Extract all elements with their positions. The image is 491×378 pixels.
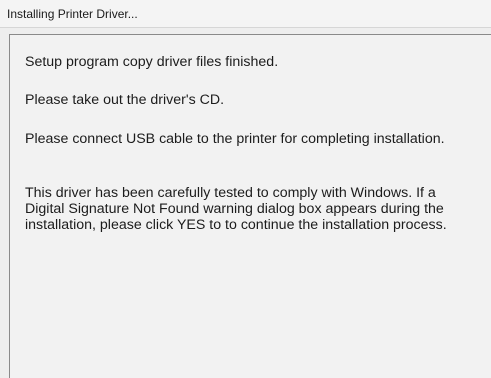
message-panel: Setup program copy driver files finished… bbox=[9, 34, 491, 378]
title-bar[interactable]: Installing Printer Driver... bbox=[0, 0, 491, 28]
instruction-remove-cd: Please take out the driver's CD. bbox=[25, 92, 225, 108]
installer-dialog: Installing Printer Driver... Setup progr… bbox=[0, 0, 491, 378]
notice-digital-signature: This driver has been carefully tested to… bbox=[25, 185, 447, 233]
instruction-connect-usb: Please connect USB cable to the printer … bbox=[25, 131, 445, 147]
status-message-copy-finished: Setup program copy driver files finished… bbox=[25, 54, 279, 70]
window-title: Installing Printer Driver... bbox=[7, 7, 138, 21]
